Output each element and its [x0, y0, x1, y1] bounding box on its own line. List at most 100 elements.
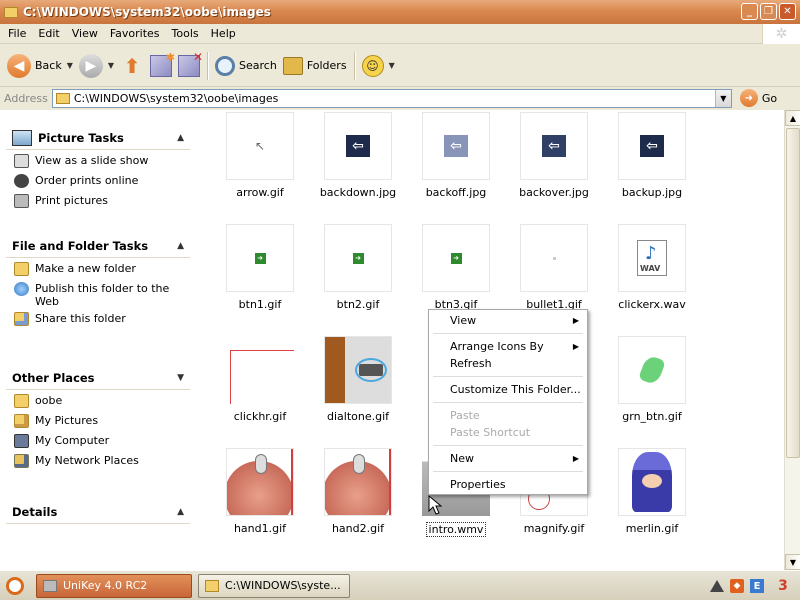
context-menu-new[interactable]: New ▶: [431, 450, 585, 467]
menu-separator: [433, 376, 583, 377]
folders-button[interactable]: Folders: [280, 51, 350, 81]
tray-unikey-icon[interactable]: 3: [770, 575, 796, 597]
file-item[interactable]: bullet1.gif: [506, 224, 602, 311]
place-oobe[interactable]: oobe: [6, 390, 190, 410]
collapse-chevron-icon[interactable]: ▼: [177, 373, 184, 383]
file-name: grn_btn.gif: [622, 410, 682, 423]
task-share-folder[interactable]: Share this folder: [6, 308, 190, 328]
file-item[interactable]: ⇦ backoff.jpg: [408, 112, 504, 199]
dialtone-image: [325, 337, 391, 403]
menu-favorites[interactable]: Favorites: [104, 27, 166, 40]
delete-button[interactable]: ✕: [175, 50, 203, 81]
scroll-down-button[interactable]: ▼: [785, 554, 800, 570]
eject-icon[interactable]: [710, 580, 724, 592]
file-item[interactable]: grn_btn.gif: [604, 336, 700, 423]
start-logo-icon: [6, 576, 24, 595]
file-item[interactable]: ⇦ backup.jpg: [604, 112, 700, 199]
context-menu-properties[interactable]: Properties: [431, 476, 585, 493]
forward-dropdown-icon[interactable]: ▼: [108, 61, 114, 70]
place-my-computer[interactable]: My Computer: [6, 430, 190, 450]
place-my-pictures[interactable]: My Pictures: [6, 410, 190, 430]
menu-bar: File Edit View Favorites Tools Help ✲: [0, 24, 800, 44]
green-arrow-icon: ➜: [254, 252, 266, 264]
taskbar-label: C:\WINDOWS\syste...: [225, 579, 341, 592]
task-order-prints[interactable]: Order prints online: [6, 170, 190, 190]
address-dropdown-icon[interactable]: ▼: [714, 89, 731, 107]
restore-button[interactable]: ❐: [760, 3, 777, 20]
start-button[interactable]: [0, 571, 30, 600]
details-title: Details: [12, 504, 58, 519]
bullet-dot-icon: [552, 256, 556, 260]
file-item[interactable]: ➜ btn1.gif: [212, 224, 308, 311]
address-field[interactable]: C:\WINDOWS\system32\oobe\images ▼: [51, 88, 732, 108]
context-menu-customize[interactable]: Customize This Folder...: [431, 381, 585, 398]
unikey-app-icon: [43, 579, 57, 592]
picture-tasks-header[interactable]: Picture Tasks ▲: [6, 126, 190, 150]
context-menu-refresh[interactable]: Refresh: [431, 355, 585, 372]
go-button[interactable]: ➜ Go: [739, 89, 778, 107]
file-item[interactable]: hand1.gif: [212, 448, 308, 535]
back-button[interactable]: ◀ Back ▼: [4, 51, 76, 81]
file-item[interactable]: merlin.gif: [604, 448, 700, 535]
file-item[interactable]: hand2.gif: [310, 448, 406, 535]
thumbnail: [324, 336, 392, 404]
views-dropdown-icon[interactable]: ▼: [389, 61, 395, 70]
tray-e-icon[interactable]: E: [750, 579, 764, 593]
close-button[interactable]: ✕: [779, 3, 796, 20]
up-button[interactable]: ⬆: [117, 51, 147, 81]
context-menu-arrange[interactable]: Arrange Icons By ▶: [431, 338, 585, 355]
file-item[interactable]: ⇦ backover.jpg: [506, 112, 602, 199]
back-dropdown-icon[interactable]: ▼: [67, 61, 73, 70]
search-button[interactable]: Search: [212, 51, 280, 81]
file-folder-tasks-header[interactable]: File and Folder Tasks ▲: [6, 234, 190, 258]
file-name: backoff.jpg: [425, 186, 487, 199]
file-item[interactable]: ↖ arrow.gif: [212, 112, 308, 199]
file-name: backover.jpg: [519, 186, 589, 199]
file-name: btn2.gif: [336, 298, 380, 311]
place-my-network[interactable]: My Network Places: [6, 450, 190, 470]
delete-cube-icon: ✕: [178, 50, 203, 77]
expand-chevron-icon[interactable]: ▲: [177, 507, 184, 517]
scrollbar-thumb[interactable]: [786, 128, 800, 458]
file-item[interactable]: ♪ WAV clickerx.wav: [604, 224, 700, 311]
collapse-chevron-icon[interactable]: ▲: [177, 241, 184, 251]
tray-app-icon[interactable]: ◆: [730, 579, 744, 593]
file-item[interactable]: ➜ btn2.gif: [310, 224, 406, 311]
file-item[interactable]: dialtone.gif: [310, 336, 406, 423]
menu-edit[interactable]: Edit: [32, 27, 65, 40]
task-view-slideshow[interactable]: View as a slide show: [6, 150, 190, 170]
task-pane: Picture Tasks ▲ View as a slide show Ord…: [0, 110, 200, 570]
taskbar-button-explorer[interactable]: C:\WINDOWS\syste...: [198, 573, 350, 598]
menu-file[interactable]: File: [2, 27, 32, 40]
file-name: intro.wmv: [425, 522, 487, 537]
taskbar: UniKey 4.0 RC2 C:\WINDOWS\syste... ◆ E 3: [0, 570, 800, 600]
scroll-up-button[interactable]: ▲: [785, 110, 800, 126]
views-button[interactable]: ☺ ▼: [359, 51, 398, 81]
taskbar-button-unikey[interactable]: UniKey 4.0 RC2: [36, 573, 192, 598]
menu-tools[interactable]: Tools: [166, 27, 205, 40]
file-name: btn1.gif: [238, 298, 282, 311]
menu-separator: [433, 445, 583, 446]
thumbnail: [618, 336, 686, 404]
task-publish-web[interactable]: Publish this folder to the Web: [6, 278, 190, 308]
file-item[interactable]: ⇦ backdown.jpg: [310, 112, 406, 199]
order-prints-icon: [14, 174, 29, 188]
other-places-header[interactable]: Other Places ▼: [6, 366, 190, 390]
minimize-button[interactable]: _: [741, 3, 758, 20]
back-arrow-icon: ⇦: [444, 135, 468, 157]
context-menu-view[interactable]: View ▶: [431, 312, 585, 329]
forward-button[interactable]: ▶ ▼: [76, 51, 117, 81]
menu-help[interactable]: Help: [205, 27, 242, 40]
task-print-pictures[interactable]: Print pictures: [6, 190, 190, 210]
vertical-scrollbar[interactable]: ▲ ▼: [784, 110, 800, 570]
collapse-chevron-icon[interactable]: ▲: [177, 133, 184, 143]
file-name: backdown.jpg: [319, 186, 397, 199]
task-new-folder[interactable]: Make a new folder: [6, 258, 190, 278]
go-label: Go: [761, 91, 778, 105]
new-folder-button[interactable]: ✱: [147, 51, 175, 81]
details-header[interactable]: Details ▲: [6, 500, 190, 524]
file-item[interactable]: ➜ btn3.gif: [408, 224, 504, 311]
file-item[interactable]: clickhr.gif: [212, 336, 308, 423]
address-value: C:\WINDOWS\system32\oobe\images: [73, 91, 279, 105]
menu-view[interactable]: View: [66, 27, 104, 40]
